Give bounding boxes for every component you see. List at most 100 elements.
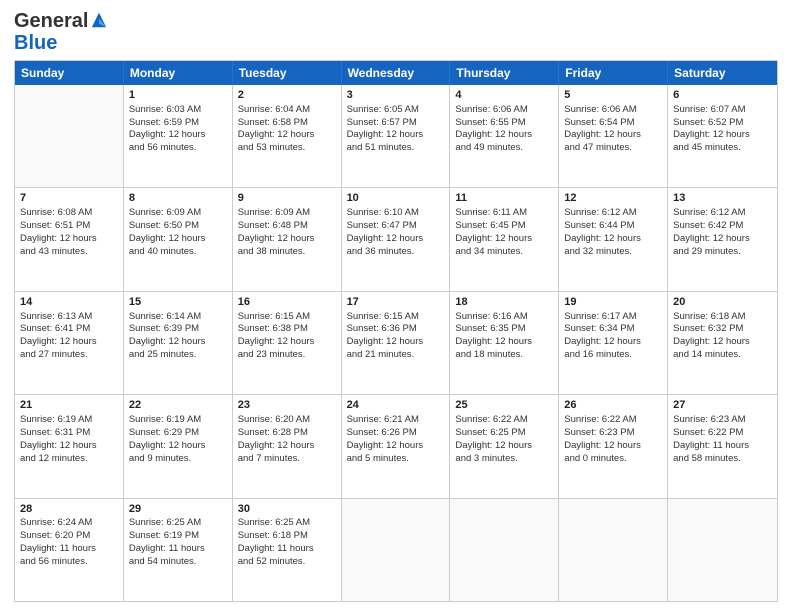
cell-line: Sunrise: 6:11 AM <box>455 207 553 220</box>
cell-line: Sunrise: 6:20 AM <box>238 414 336 427</box>
calendar-cell: 24Sunrise: 6:21 AMSunset: 6:26 PMDayligh… <box>342 395 451 497</box>
day-number: 18 <box>455 295 553 310</box>
calendar-cell: 23Sunrise: 6:20 AMSunset: 6:28 PMDayligh… <box>233 395 342 497</box>
cell-line: Sunrise: 6:12 AM <box>564 207 662 220</box>
cell-line: Daylight: 12 hours <box>20 336 118 349</box>
day-number: 11 <box>455 191 553 206</box>
calendar-cell: 5Sunrise: 6:06 AMSunset: 6:54 PMDaylight… <box>559 85 668 187</box>
calendar-cell: 4Sunrise: 6:06 AMSunset: 6:55 PMDaylight… <box>450 85 559 187</box>
cell-line: and 53 minutes. <box>238 142 336 155</box>
cell-line: Sunrise: 6:12 AM <box>673 207 772 220</box>
cell-line: Daylight: 11 hours <box>129 543 227 556</box>
cell-line: and 25 minutes. <box>129 349 227 362</box>
cell-line: Sunset: 6:52 PM <box>673 117 772 130</box>
calendar-week: 28Sunrise: 6:24 AMSunset: 6:20 PMDayligh… <box>15 499 777 601</box>
cell-line: Sunset: 6:57 PM <box>347 117 445 130</box>
cell-line: and 54 minutes. <box>129 556 227 569</box>
cell-line: Sunset: 6:29 PM <box>129 427 227 440</box>
cell-line: and 43 minutes. <box>20 246 118 259</box>
cell-line: Sunrise: 6:22 AM <box>564 414 662 427</box>
cell-line: and 5 minutes. <box>347 453 445 466</box>
cell-line: Daylight: 12 hours <box>347 336 445 349</box>
calendar-cell: 2Sunrise: 6:04 AMSunset: 6:58 PMDaylight… <box>233 85 342 187</box>
day-number: 2 <box>238 88 336 103</box>
day-number: 12 <box>564 191 662 206</box>
cell-line: Daylight: 12 hours <box>564 336 662 349</box>
cell-line: Daylight: 12 hours <box>564 233 662 246</box>
calendar-cell: 21Sunrise: 6:19 AMSunset: 6:31 PMDayligh… <box>15 395 124 497</box>
cell-line: Daylight: 12 hours <box>129 233 227 246</box>
cell-line: Sunset: 6:55 PM <box>455 117 553 130</box>
cell-line: and 29 minutes. <box>673 246 772 259</box>
calendar-cell: 16Sunrise: 6:15 AMSunset: 6:38 PMDayligh… <box>233 292 342 394</box>
calendar-cell: 30Sunrise: 6:25 AMSunset: 6:18 PMDayligh… <box>233 499 342 601</box>
calendar-cell: 1Sunrise: 6:03 AMSunset: 6:59 PMDaylight… <box>124 85 233 187</box>
calendar-header-cell: Sunday <box>15 61 124 85</box>
logo-text-general: General <box>14 10 88 32</box>
day-number: 17 <box>347 295 445 310</box>
cell-line: Sunrise: 6:07 AM <box>673 104 772 117</box>
cell-line: Daylight: 12 hours <box>455 440 553 453</box>
calendar-cell: 18Sunrise: 6:16 AMSunset: 6:35 PMDayligh… <box>450 292 559 394</box>
calendar-cell <box>342 499 451 601</box>
cell-line: and 56 minutes. <box>20 556 118 569</box>
cell-line: and 32 minutes. <box>564 246 662 259</box>
cell-line: Sunset: 6:39 PM <box>129 323 227 336</box>
calendar-cell: 19Sunrise: 6:17 AMSunset: 6:34 PMDayligh… <box>559 292 668 394</box>
cell-line: Daylight: 12 hours <box>347 129 445 142</box>
cell-line: Sunset: 6:42 PM <box>673 220 772 233</box>
cell-line: Sunset: 6:32 PM <box>673 323 772 336</box>
cell-line: Daylight: 12 hours <box>20 233 118 246</box>
cell-line: and 58 minutes. <box>673 453 772 466</box>
cell-line: Daylight: 11 hours <box>238 543 336 556</box>
day-number: 1 <box>129 88 227 103</box>
cell-line: Daylight: 12 hours <box>129 336 227 349</box>
cell-line: and 14 minutes. <box>673 349 772 362</box>
cell-line: Daylight: 12 hours <box>129 129 227 142</box>
calendar-header-cell: Saturday <box>668 61 777 85</box>
day-number: 28 <box>20 502 118 517</box>
day-number: 21 <box>20 398 118 413</box>
cell-line: and 40 minutes. <box>129 246 227 259</box>
logo-text-blue: Blue <box>14 32 57 54</box>
cell-line: Sunrise: 6:23 AM <box>673 414 772 427</box>
calendar-cell: 17Sunrise: 6:15 AMSunset: 6:36 PMDayligh… <box>342 292 451 394</box>
cell-line: Sunrise: 6:19 AM <box>20 414 118 427</box>
day-number: 10 <box>347 191 445 206</box>
calendar-header-cell: Tuesday <box>233 61 342 85</box>
cell-line: Sunrise: 6:19 AM <box>129 414 227 427</box>
cell-line: Daylight: 12 hours <box>564 440 662 453</box>
cell-line: and 47 minutes. <box>564 142 662 155</box>
cell-line: Sunset: 6:58 PM <box>238 117 336 130</box>
calendar-week: 14Sunrise: 6:13 AMSunset: 6:41 PMDayligh… <box>15 292 777 395</box>
calendar-cell: 26Sunrise: 6:22 AMSunset: 6:23 PMDayligh… <box>559 395 668 497</box>
cell-line: Sunrise: 6:16 AM <box>455 311 553 324</box>
cell-line: Sunrise: 6:04 AM <box>238 104 336 117</box>
cell-line: Daylight: 12 hours <box>238 129 336 142</box>
day-number: 4 <box>455 88 553 103</box>
cell-line: Sunrise: 6:06 AM <box>564 104 662 117</box>
cell-line: Sunset: 6:36 PM <box>347 323 445 336</box>
calendar-cell: 10Sunrise: 6:10 AMSunset: 6:47 PMDayligh… <box>342 188 451 290</box>
cell-line: and 45 minutes. <box>673 142 772 155</box>
cell-line: Sunrise: 6:08 AM <box>20 207 118 220</box>
calendar-cell: 15Sunrise: 6:14 AMSunset: 6:39 PMDayligh… <box>124 292 233 394</box>
cell-line: Sunrise: 6:21 AM <box>347 414 445 427</box>
day-number: 25 <box>455 398 553 413</box>
calendar-cell: 3Sunrise: 6:05 AMSunset: 6:57 PMDaylight… <box>342 85 451 187</box>
logo: General Blue <box>14 10 108 54</box>
cell-line: Sunset: 6:26 PM <box>347 427 445 440</box>
cell-line: and 7 minutes. <box>238 453 336 466</box>
calendar-cell: 25Sunrise: 6:22 AMSunset: 6:25 PMDayligh… <box>450 395 559 497</box>
cell-line: Daylight: 12 hours <box>673 336 772 349</box>
cell-line: Daylight: 12 hours <box>238 440 336 453</box>
cell-line: Sunrise: 6:09 AM <box>238 207 336 220</box>
cell-line: Sunrise: 6:18 AM <box>673 311 772 324</box>
cell-line: Sunrise: 6:06 AM <box>455 104 553 117</box>
calendar-cell <box>450 499 559 601</box>
day-number: 14 <box>20 295 118 310</box>
cell-line: Sunset: 6:48 PM <box>238 220 336 233</box>
calendar-cell: 20Sunrise: 6:18 AMSunset: 6:32 PMDayligh… <box>668 292 777 394</box>
day-number: 16 <box>238 295 336 310</box>
cell-line: Sunrise: 6:03 AM <box>129 104 227 117</box>
